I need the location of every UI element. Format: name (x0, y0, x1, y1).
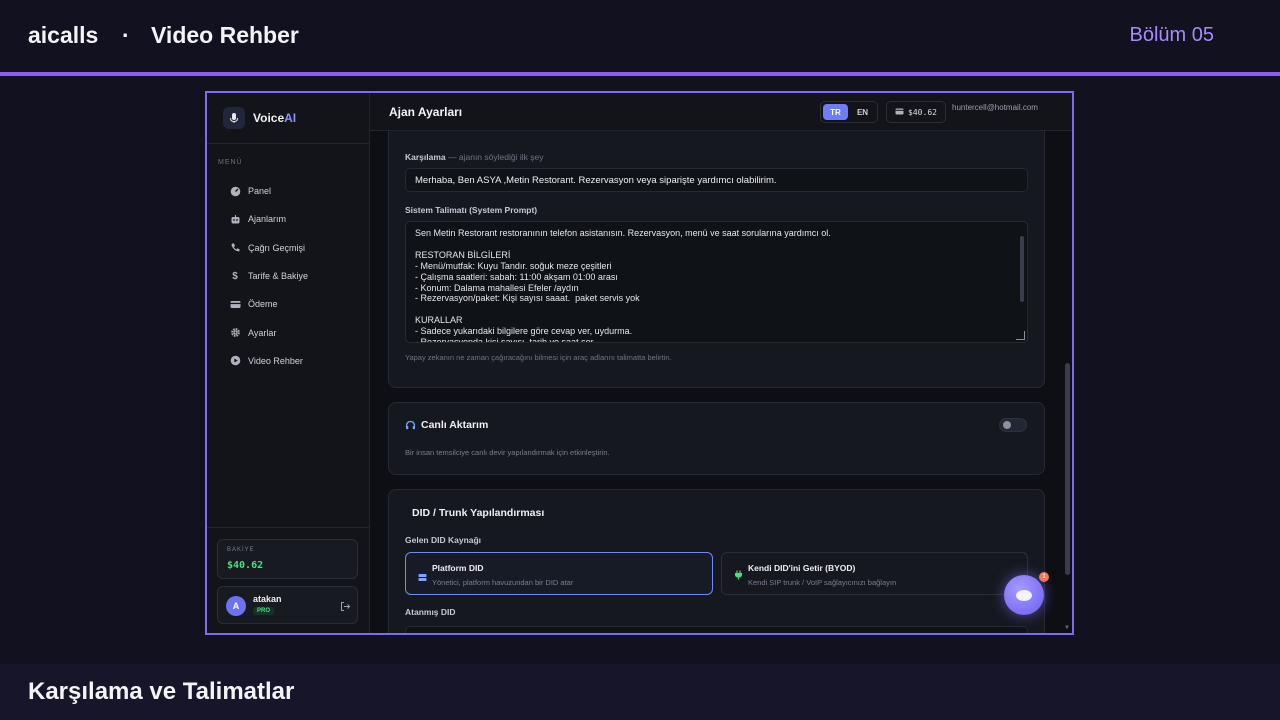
sidebar-nav: Panel Ajanlarım Çağrı Geçmişi $ Tarife &… (207, 177, 369, 375)
menu-label: MENÜ (218, 159, 243, 166)
user-name: atakan (253, 594, 282, 604)
chat-notification-badge: 1 (1039, 572, 1049, 582)
caption-bar: Karşılama ve Talimatlar (0, 664, 1280, 720)
balance-label: BAKİYE (227, 547, 255, 553)
caption-text: Karşılama ve Talimatlar (28, 678, 295, 705)
headset-icon (405, 420, 416, 431)
sidebar-divider (207, 527, 369, 528)
chat-button[interactable] (1004, 575, 1044, 615)
video-title: Video Rehber (151, 22, 299, 48)
scroll-thumb[interactable] (1065, 363, 1070, 575)
page-title: Ajan Ayarları (389, 105, 463, 119)
did-trunk-card: DID / Trunk Yapılandırması Gelen DID Kay… (388, 489, 1045, 633)
balance-value: $40.62 (227, 560, 264, 571)
user-card[interactable]: A atakan PRO (217, 586, 358, 624)
header-balance[interactable]: $40.62 (886, 101, 946, 123)
dollar-icon: $ (232, 270, 238, 282)
system-prompt-help: Yapay zekanın ne zaman çağıracağını bilm… (405, 353, 672, 362)
sidebar-divider (207, 143, 369, 144)
avatar: A (226, 596, 246, 616)
sidebar-item-label: Ayarlar (248, 327, 277, 338)
gear-icon (229, 327, 241, 339)
microphone-icon (223, 107, 245, 129)
header-balance-value: $40.62 (908, 107, 937, 117)
system-prompt-label: Sistem Talimatı (System Prompt) (405, 205, 538, 215)
app-header: Ajan Ayarları TR EN $40.62 huntercell@ho… (370, 93, 1072, 131)
platform-did-option[interactable]: Platform DID Yönetici, platform havuzund… (405, 552, 713, 595)
robot-icon (229, 213, 241, 225)
chat-bubble-icon (1016, 589, 1032, 601)
sidebar-item-payment[interactable]: Ödeme (207, 290, 369, 318)
sidebar-item-label: Video Rehber (248, 355, 303, 366)
assigned-did-label: Atanmış DID (405, 607, 456, 617)
greeting-label-text: Karşılama (405, 152, 446, 162)
logo-text-main: Voice (253, 111, 285, 125)
sidebar-item-panel[interactable]: Panel (207, 177, 369, 205)
content-scrollbar[interactable]: ▼ (1064, 131, 1072, 633)
logo[interactable]: VoiceAI (223, 105, 296, 131)
sidebar-item-tariff[interactable]: $ Tarife & Bakiye (207, 262, 369, 290)
agent-settings-card: Karşılama — ajanın söylediği ilk şey Mer… (388, 131, 1045, 388)
server-icon (418, 569, 427, 587)
system-prompt-textarea[interactable]: Sen Metin Restorant restoranının telefon… (405, 221, 1028, 343)
logo-text-accent: AI (284, 111, 297, 125)
live-transfer-title-row: Canlı Aktarım (405, 419, 488, 431)
credit-card-icon (229, 298, 241, 310)
logo-text: VoiceAI (253, 111, 296, 125)
toggle-knob (1003, 421, 1011, 429)
sidebar-item-label: Ödeme (248, 299, 278, 310)
plug-icon (734, 567, 743, 585)
byod-title: Kendi DID'ini Getir (BYOD) (748, 563, 856, 573)
language-switch: TR EN (820, 101, 878, 123)
byod-option[interactable]: Kendi DID'ini Getir (BYOD) Kendi SIP tru… (721, 552, 1028, 595)
brand-name: aicalls (28, 22, 99, 48)
main-content: Karşılama — ajanın söylediği ilk şey Mer… (370, 131, 1072, 633)
header-divider (0, 72, 1280, 76)
phone-icon (229, 242, 241, 254)
dashboard-icon (229, 185, 241, 197)
plan-badge: PRO (253, 607, 275, 615)
sidebar-item-label: Panel (248, 186, 272, 197)
sidebar-item-label: Ajanlarım (248, 214, 287, 225)
live-transfer-toggle[interactable] (999, 418, 1027, 432)
app-window: VoiceAI MENÜ Panel Ajanlarım Çağrı Geçmi… (205, 91, 1074, 635)
sidebar-item-agents[interactable]: Ajanlarım (207, 205, 369, 233)
sidebar: VoiceAI MENÜ Panel Ajanlarım Çağrı Geçmi… (207, 93, 370, 633)
episode-label: Bölüm 05 (1129, 24, 1215, 46)
wallet-icon (895, 107, 904, 118)
platform-did-title: Platform DID (432, 563, 484, 573)
byod-description: Kendi SIP trunk / VoIP sağlayıcınızı bağ… (748, 578, 897, 587)
textarea-scrollbar[interactable] (1020, 236, 1024, 302)
sidebar-item-video-guide[interactable]: Video Rehber (207, 347, 369, 375)
did-source-label: Gelen DID Kaynağı (405, 535, 482, 545)
sidebar-item-label: Çağrı Geçmişi (248, 242, 306, 253)
system-prompt-text: Sen Metin Restorant restoranının telefon… (415, 228, 831, 343)
greeting-label: Karşılama — ajanın söylediği ilk şey (405, 152, 543, 162)
video-header: aicalls · Video Rehber Bölüm 05 (0, 0, 1280, 72)
live-transfer-card: Canlı Aktarım Bir insan temsilciye canlı… (388, 402, 1045, 475)
user-email: huntercell@hotmail.com (952, 103, 1038, 112)
sidebar-item-call-history[interactable]: Çağrı Geçmişi (207, 234, 369, 262)
greeting-input[interactable]: Merhaba, Ben ASYA ,Metin Restorant. Reze… (405, 168, 1028, 192)
sidebar-item-settings[interactable]: Ayarlar (207, 318, 369, 346)
play-icon (229, 355, 241, 367)
assigned-did-field[interactable] (405, 626, 1028, 633)
did-title: DID / Trunk Yapılandırması (412, 507, 545, 519)
resize-handle[interactable] (1016, 331, 1025, 340)
balance-card: BAKİYE $40.62 (217, 539, 358, 579)
greeting-hint: — ajanın söylediği ilk şey (448, 152, 544, 162)
scroll-down-icon[interactable]: ▼ (1064, 625, 1070, 631)
sidebar-item-label: Tarife & Bakiye (248, 271, 309, 282)
platform-did-description: Yönetici, platform havuzundan bir DID at… (432, 578, 574, 587)
brand-separator: · (122, 22, 130, 48)
lang-tr-button[interactable]: TR (823, 104, 848, 120)
live-transfer-title: Canlı Aktarım (421, 419, 489, 431)
live-transfer-description: Bir insan temsilciye canlı devir yapılan… (405, 448, 610, 457)
lang-en-button[interactable]: EN (850, 104, 875, 120)
logout-icon[interactable] (340, 599, 351, 617)
